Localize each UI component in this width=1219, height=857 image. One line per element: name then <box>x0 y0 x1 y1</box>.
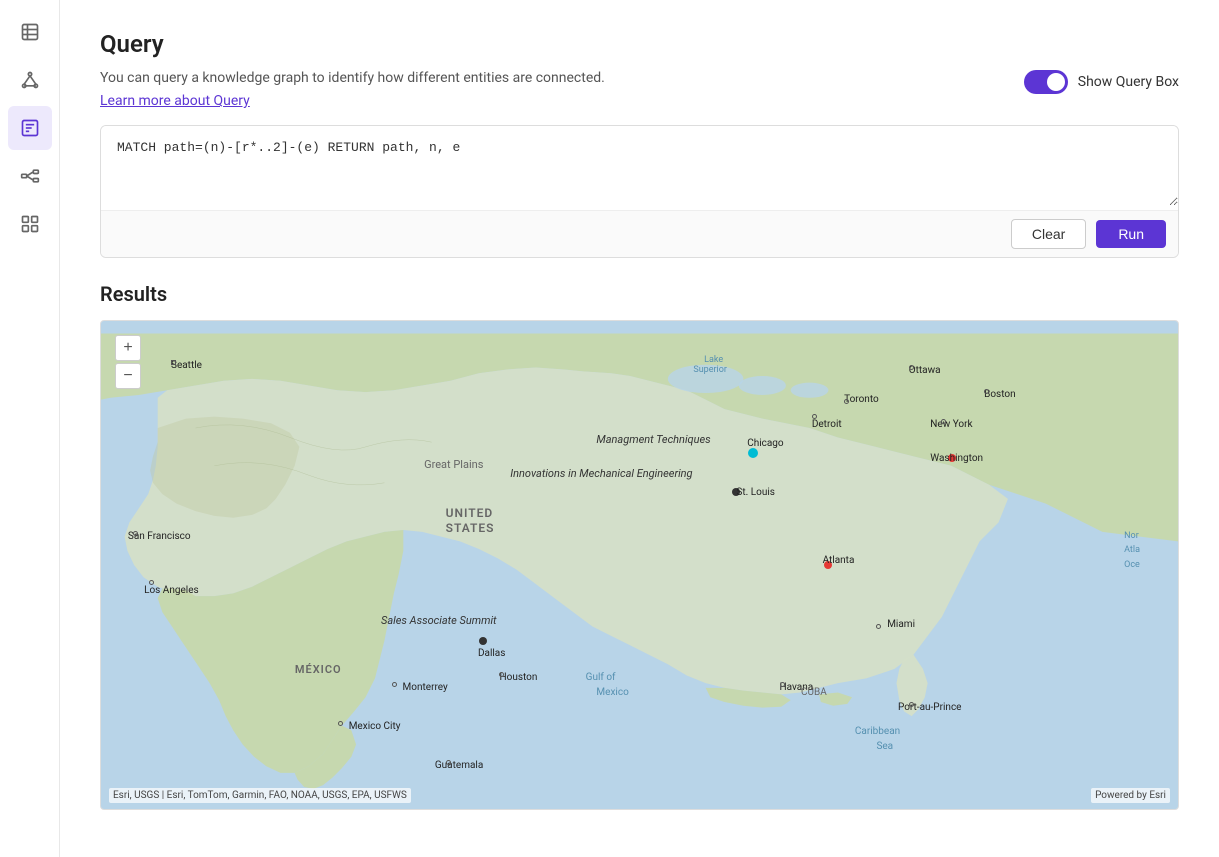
table-icon <box>20 22 40 42</box>
clear-button[interactable]: Clear <box>1011 219 1086 249</box>
description-block: You can query a knowledge graph to ident… <box>100 68 605 109</box>
page-title: Query <box>100 30 1179 58</box>
marker-detroit <box>812 414 817 419</box>
learn-more-link[interactable]: Learn more about Query <box>100 93 605 109</box>
network-icon <box>20 70 40 90</box>
sidebar-item-network[interactable] <box>8 58 52 102</box>
description-text: You can query a knowledge graph to ident… <box>100 68 605 89</box>
toggle-area: Show Query Box <box>1024 70 1179 94</box>
marker-havana <box>780 682 785 687</box>
query-textarea[interactable] <box>101 126 1178 206</box>
sidebar-item-table[interactable] <box>8 10 52 54</box>
map-svg <box>101 321 1178 809</box>
toggle-thumb <box>1047 73 1065 91</box>
query-icon <box>20 118 40 138</box>
sidebar-item-query[interactable] <box>8 106 52 150</box>
toggle-label: Show Query Box <box>1078 74 1179 90</box>
sidebar <box>0 0 60 857</box>
marker-new-york <box>941 419 946 424</box>
map-attribution-right: Powered by Esri <box>1091 788 1170 803</box>
marker-guatemala <box>446 760 451 765</box>
sidebar-item-grid[interactable] <box>8 202 52 246</box>
show-query-box-toggle[interactable] <box>1024 70 1068 94</box>
schema-icon <box>20 166 40 186</box>
marker-monterrey <box>392 682 397 687</box>
zoom-in-button[interactable]: + <box>115 335 141 361</box>
query-toolbar: Clear Run <box>101 210 1178 257</box>
description-row: You can query a knowledge graph to ident… <box>100 68 1179 109</box>
marker-port-au-prince <box>909 702 914 707</box>
toggle-track <box>1024 70 1068 94</box>
marker-ottawa <box>909 365 914 370</box>
map-controls: + − <box>115 335 141 389</box>
run-button[interactable]: Run <box>1096 220 1166 248</box>
map-container: + − Seattle San Francisco Los Angeles Da… <box>100 320 1179 810</box>
main-content: Query You can query a knowledge graph to… <box>60 0 1219 857</box>
results-title: Results <box>100 282 1179 306</box>
zoom-out-button[interactable]: − <box>115 363 141 389</box>
grid-icon <box>20 214 40 234</box>
map-attribution-left: Esri, USGS | Esri, TomTom, Garmin, FAO, … <box>109 788 411 803</box>
sidebar-item-schema[interactable] <box>8 154 52 198</box>
query-box: Clear Run <box>100 125 1179 258</box>
marker-seattle <box>171 360 176 365</box>
